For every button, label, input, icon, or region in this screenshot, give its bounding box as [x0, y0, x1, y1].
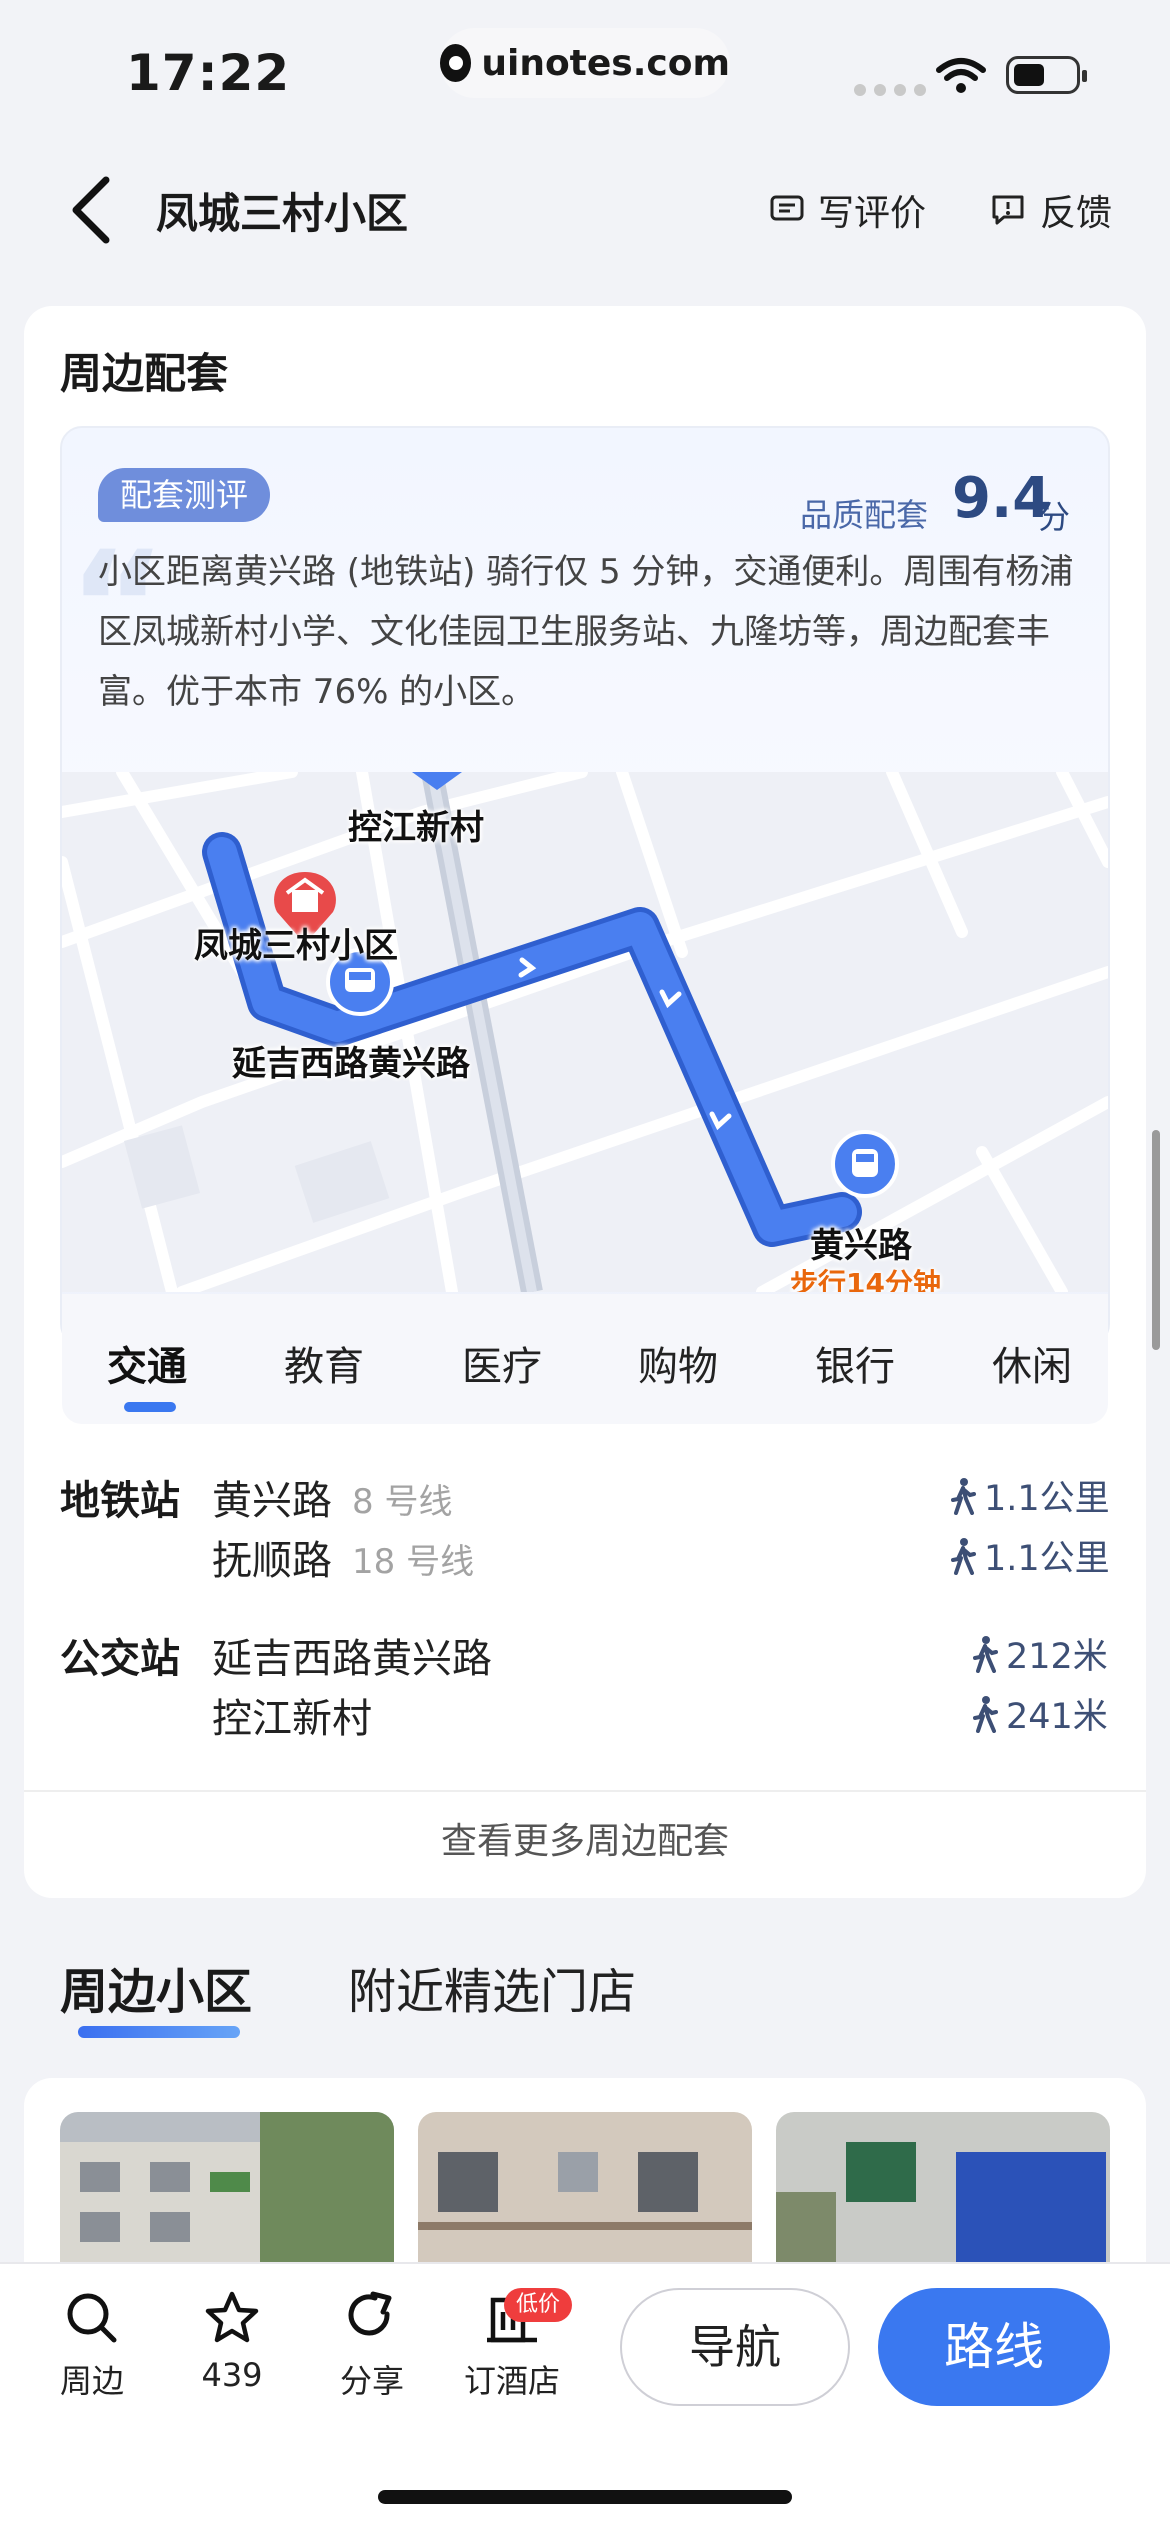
map-canvas: [62, 772, 1108, 1292]
tab-education[interactable]: 教育: [284, 1334, 364, 1392]
map-label-kongjiang: 控江新村: [348, 808, 484, 848]
bus-distance: 241米: [972, 1688, 1108, 1739]
signal-icon: [854, 84, 926, 96]
quality-unit: 分: [1038, 498, 1071, 536]
community-photo[interactable]: [60, 2112, 394, 2262]
low-price-badge: 低价: [504, 2288, 573, 2322]
scrollbar[interactable]: [1152, 1130, 1160, 1350]
hotel-label: 订酒店: [463, 2362, 560, 2400]
section-tab-indicator: [78, 2026, 240, 2038]
bus-stop-name[interactable]: 控江新村: [212, 1686, 372, 1744]
comment-icon: [770, 195, 804, 221]
subway-station-name[interactable]: 抚顺路: [212, 1528, 332, 1586]
evaluation-description: 小区距离黄兴路 (地铁站) 骑行仅 5 分钟，交通便利。周围有杨浦区凤城新村小学…: [98, 552, 1074, 712]
subway-station-name[interactable]: 黄兴路: [212, 1468, 332, 1526]
more-amenities-link[interactable]: 查看更多周边配套: [24, 1812, 1146, 1864]
navigate-button[interactable]: 导航: [620, 2288, 850, 2406]
feedback-button[interactable]: 反馈: [990, 184, 1112, 236]
quality-label: 品质配套: [800, 496, 929, 534]
search-icon: [67, 2293, 117, 2343]
subway-distance: 1.1公里: [950, 1470, 1110, 1521]
map-view[interactable]: 控江新村 凤城三村小区 延吉西路黄兴路 黄兴路 步行14分钟: [62, 772, 1108, 1292]
map-walk-time: 步行14分钟: [790, 1267, 941, 1292]
tab-shopping[interactable]: 购物: [638, 1334, 718, 1392]
community-photo[interactable]: [776, 2112, 1110, 2262]
map-label-yanji: 延吉西路黄兴路: [232, 1044, 470, 1084]
battery-icon: [1006, 56, 1087, 94]
favorite-count: 439: [201, 2356, 263, 2394]
map-label-huangxing: 黄兴路: [810, 1226, 912, 1266]
nearby-label: 周边: [59, 2362, 124, 2400]
map-label-fengcheng: 凤城三村小区: [194, 926, 398, 966]
walk-icon: [951, 1537, 976, 1575]
url-pill: uinotes.com: [440, 28, 730, 98]
tab-bank[interactable]: 银行: [815, 1334, 895, 1392]
bus-stop-name[interactable]: 延吉西路黄兴路: [212, 1626, 492, 1684]
walk-icon: [951, 1477, 976, 1515]
share-button[interactable]: 分享: [312, 2290, 432, 2402]
subway-line: 8 号线: [352, 1482, 453, 1522]
tab-transport[interactable]: 交通: [107, 1334, 187, 1392]
subway-category-label: 地铁站: [60, 1478, 180, 1524]
subway-distance: 1.1公里: [950, 1530, 1110, 1581]
community-photo[interactable]: [418, 2112, 752, 2262]
tab-medical[interactable]: 医疗: [462, 1334, 542, 1392]
tab-leisure[interactable]: 休闲: [992, 1334, 1072, 1392]
favorite-button[interactable]: 439: [172, 2290, 292, 2394]
site-logo-icon: [440, 44, 472, 82]
evaluation-badge: 配套测评: [98, 468, 271, 522]
walk-icon: [973, 1635, 998, 1673]
subway-line: 18 号线: [352, 1542, 475, 1582]
tab-nearby-stores[interactable]: 附近精选门店: [348, 1952, 636, 2022]
metro-marker-icon: [831, 1130, 899, 1198]
bus-category-label: 公交站: [60, 1636, 180, 1682]
tab-nearby-communities[interactable]: 周边小区: [60, 1952, 252, 2022]
star-icon: [205, 2291, 259, 2343]
back-button[interactable]: [62, 170, 122, 250]
url-text: uinotes.com: [481, 42, 730, 84]
nearby-button[interactable]: 周边: [32, 2290, 152, 2402]
amenities-title: 周边配套: [60, 349, 229, 398]
home-indicator: [378, 2490, 792, 2504]
quality-score: 9.4: [952, 466, 1052, 531]
feedback-icon: [992, 195, 1024, 225]
status-time: 17:22: [126, 44, 291, 102]
write-review-button[interactable]: 写评价: [770, 184, 926, 236]
divider: [24, 1790, 1146, 1792]
feedback-label: 反馈: [1040, 193, 1113, 234]
category-tab-bar: 交通 教育 医疗 购物 银行 休闲: [62, 1294, 1108, 1424]
write-review-label: 写评价: [818, 193, 927, 234]
route-button[interactable]: 路线: [878, 2288, 1110, 2406]
walk-icon: [973, 1695, 998, 1733]
page-title: 凤城三村小区: [156, 189, 409, 238]
share-label: 分享: [339, 2362, 404, 2400]
wifi-icon: [936, 58, 986, 93]
tab-active-indicator: [124, 1402, 176, 1412]
share-icon: [348, 2291, 392, 2336]
bus-distance: 212米: [972, 1628, 1108, 1679]
